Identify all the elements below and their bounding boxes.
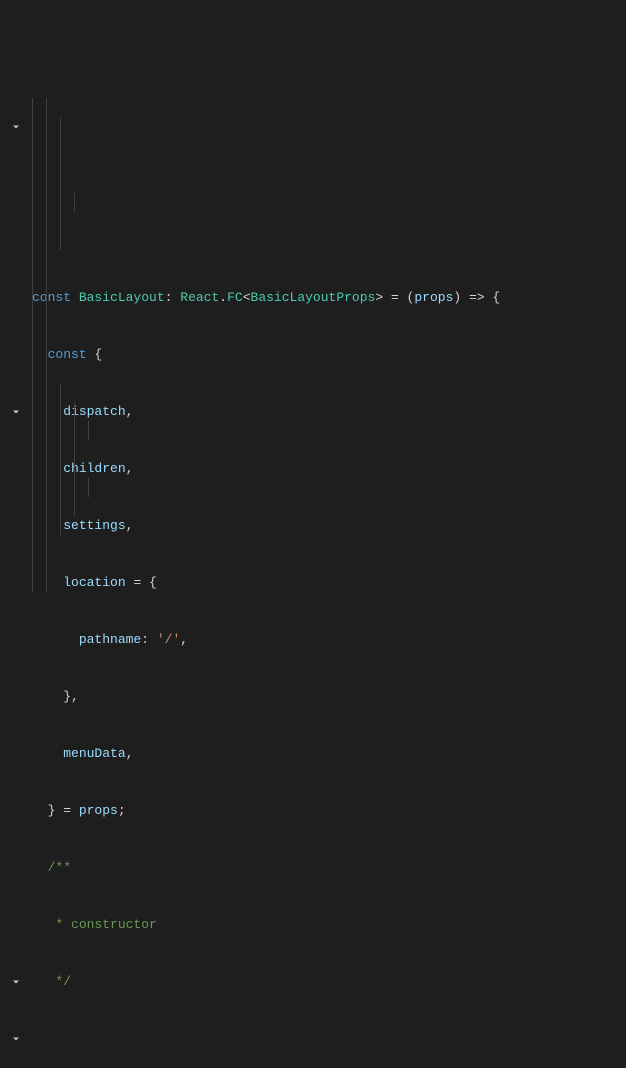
- code-line: const BasicLayout: React.FC<BasicLayoutP…: [28, 288, 626, 307]
- code-line: dispatch,: [28, 402, 626, 421]
- code-editor[interactable]: const BasicLayout: React.FC<BasicLayoutP…: [0, 76, 626, 610]
- code-line: */: [28, 972, 626, 991]
- code-area[interactable]: const BasicLayout: React.FC<BasicLayoutP…: [28, 76, 626, 610]
- code-line: * constructor: [28, 915, 626, 934]
- code-line: pathname: '/',: [28, 630, 626, 649]
- code-line: } = props;: [28, 801, 626, 820]
- code-line: /**: [28, 858, 626, 877]
- chevron-down-icon[interactable]: [10, 976, 22, 988]
- code-line: location = {: [28, 573, 626, 592]
- chevron-down-icon[interactable]: [10, 406, 22, 418]
- code-line: children,: [28, 459, 626, 478]
- code-line: settings,: [28, 516, 626, 535]
- code-line: menuData,: [28, 744, 626, 763]
- code-line: },: [28, 687, 626, 706]
- code-line: const {: [28, 345, 626, 364]
- chevron-down-icon[interactable]: [10, 1033, 22, 1045]
- chevron-down-icon[interactable]: [10, 121, 22, 133]
- code-line: [28, 1029, 626, 1048]
- fold-gutter: [0, 76, 28, 610]
